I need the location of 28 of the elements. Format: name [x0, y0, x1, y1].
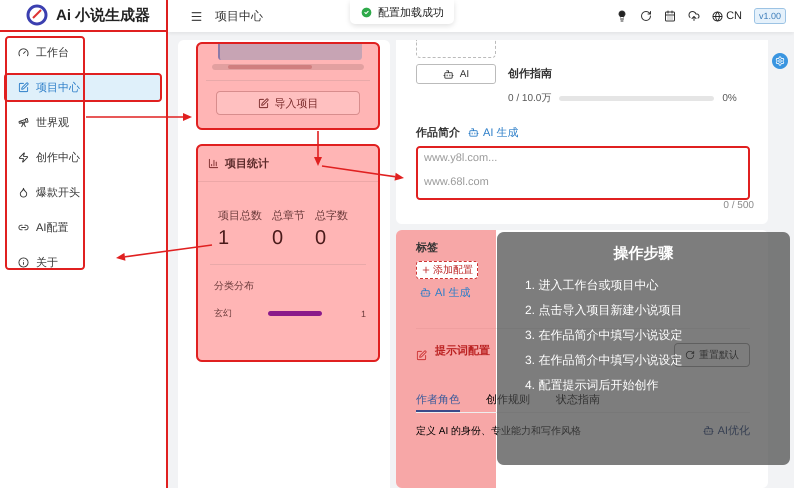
category-count: 1 — [360, 308, 366, 318]
section-title: 分类分布 — [213, 280, 255, 293]
progress-percent: 0% — [722, 92, 737, 104]
step-item: 1. 进入工作台或项目中心 — [525, 277, 658, 294]
step-item: 2. 点击导入项目新建小说项目 — [525, 302, 682, 319]
stat-label: 项目总数 — [218, 209, 262, 223]
field-label: 作品简介 — [416, 126, 460, 140]
stat-value: 0 — [315, 226, 328, 250]
step-item: 3. 在作品简介中填写小说设定 — [525, 327, 682, 344]
step-item: 4. 配置提示词后开始创作 — [525, 377, 658, 394]
step-item: 3. 在作品简介中填写小说设定 — [525, 352, 682, 369]
field-label: 标签 — [416, 240, 438, 255]
stat-value: 0 — [272, 226, 284, 250]
card-title: 项目统计 — [225, 156, 269, 171]
guide-title: 创作指南 — [508, 66, 552, 81]
description-text: 定义 AI 的身份、专业能力和写作风格 — [416, 424, 582, 438]
stat-label: 总章节 — [272, 208, 305, 223]
stat-value: 1 — [218, 226, 230, 250]
app-title: Ai 小说生成器 — [56, 6, 150, 24]
char-counter: 0 / 500 — [723, 200, 754, 211]
version-badge: v1.00 — [754, 8, 786, 24]
toast-message: 配置加载成功 — [378, 6, 444, 20]
word-count: 0 / 10.0万 — [508, 92, 552, 105]
page-title: 项目中心 — [215, 8, 263, 24]
section-title: 提示词配置 — [435, 344, 490, 358]
steps-title: 操作步骤 — [614, 244, 674, 263]
category-label: 玄幻 — [214, 307, 232, 320]
stat-label: 总字数 — [315, 208, 348, 223]
